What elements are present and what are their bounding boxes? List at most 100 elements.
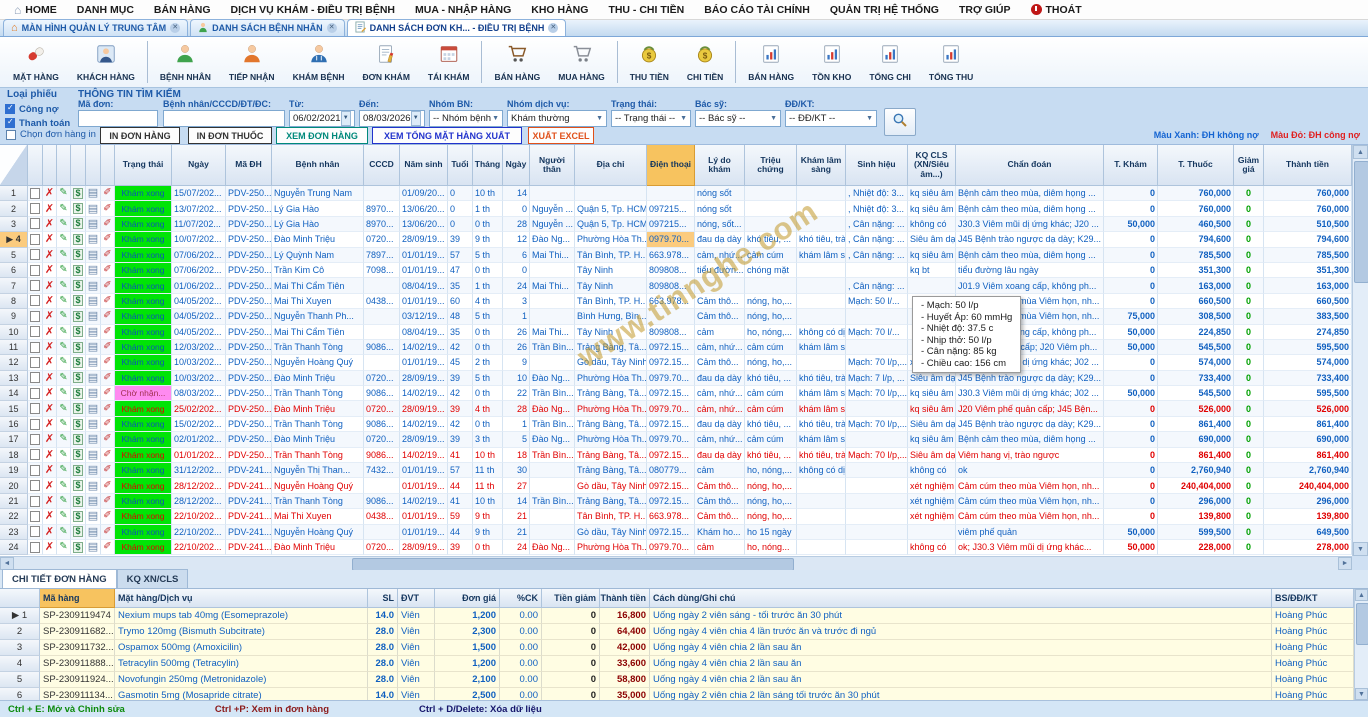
row-header[interactable]: 1 — [0, 186, 28, 201]
menu-item-dich-vu-kham-ieu-tri-benh[interactable]: DỊCH VỤ KHÁM - ĐIỀU TRỊ BỆNH — [221, 4, 406, 16]
detail-row-header[interactable]: 5 — [0, 672, 40, 688]
menu-item-quan-tri-he-thong[interactable]: QUẢN TRỊ HỆ THỐNG — [820, 4, 949, 16]
row-action-cell[interactable]: ▤ — [86, 478, 101, 493]
row-action-cell[interactable]: $ — [71, 201, 86, 216]
row-action-cell[interactable]: ✐ — [101, 325, 115, 340]
pen-icon[interactable]: ✐ — [103, 327, 111, 337]
row-action-cell[interactable] — [28, 386, 43, 401]
pen-icon[interactable]: ✐ — [103, 265, 111, 275]
row-header[interactable]: 23 — [0, 525, 28, 540]
copy-price-icon[interactable]: $ — [73, 480, 83, 491]
delete-icon[interactable]: ✗ — [45, 327, 54, 337]
detail-row[interactable]: 3SP-230911732...Ospamox 500mg (Amoxicili… — [0, 640, 1354, 656]
tab-danh-sach-on-kh-ieu-tri-benh[interactable]: DANH SÁCH ĐƠN KH... - ĐIỀU TRỊ BỆNH✕ — [347, 19, 567, 36]
print-icon[interactable]: ▤ — [88, 527, 98, 537]
delete-icon[interactable]: ✗ — [45, 373, 54, 383]
row-checkbox[interactable] — [30, 265, 40, 276]
pen-icon[interactable]: ✐ — [103, 342, 111, 352]
copy-price-icon[interactable]: $ — [73, 218, 83, 229]
row-action-cell[interactable]: ▤ — [86, 248, 101, 263]
detail-tab-chi-tiet-on-hang[interactable]: CHI TIẾT ĐƠN HÀNG — [2, 569, 117, 588]
button-in-on-thuoc[interactable]: IN ĐƠN THUỐC — [188, 127, 272, 144]
print-icon[interactable]: ▤ — [88, 281, 98, 291]
column-header-trieu-chung[interactable]: Triệu chứng — [745, 145, 797, 186]
row-action-cell[interactable] — [28, 294, 43, 309]
delete-icon[interactable]: ✗ — [45, 465, 54, 475]
copy-price-icon[interactable]: $ — [73, 496, 83, 507]
copy-price-icon[interactable]: $ — [73, 434, 83, 445]
column-header-kham-lam-sang[interactable]: Khám lâm sàng — [797, 145, 846, 186]
detail-header-on-gia[interactable]: Đơn giá — [435, 589, 500, 608]
row-action-cell[interactable]: ✎ — [57, 217, 71, 232]
row-action-cell[interactable]: ✐ — [101, 478, 115, 493]
copy-price-icon[interactable]: $ — [73, 326, 83, 337]
row-checkbox[interactable] — [30, 326, 40, 337]
pen-icon[interactable]: ✐ — [103, 388, 111, 398]
row-action-cell[interactable]: ✎ — [57, 494, 71, 509]
toolbar-mua-hang[interactable]: MUA HÀNG — [549, 41, 613, 84]
delete-icon[interactable]: ✗ — [45, 281, 54, 291]
column-header-t-kham[interactable]: T. Khám — [1104, 145, 1158, 186]
copy-price-icon[interactable]: $ — [73, 526, 83, 537]
row-action-cell[interactable]: ▤ — [86, 401, 101, 416]
button-xem-tong-mat-hang-xuat[interactable]: XEM TỔNG MẶT HÀNG XUẤT — [372, 127, 522, 144]
row-action-cell[interactable] — [28, 186, 43, 201]
table-row[interactable]: 18✗✎$▤✐Khám xong01/01/202...PDV-250...Tr… — [0, 448, 1352, 463]
row-action-cell[interactable]: ✎ — [57, 417, 71, 432]
row-action-cell[interactable]: $ — [71, 278, 86, 293]
menu-item-kho-hang[interactable]: KHO HÀNG — [521, 4, 598, 16]
row-action-cell[interactable]: $ — [71, 263, 86, 278]
date-input-en[interactable]: 08/03/2026▼ — [359, 110, 425, 127]
select-trang-thai[interactable]: -- Trạng thái --▼ — [611, 110, 691, 127]
text-input-benh-nhan-cccd-t-c[interactable] — [163, 110, 285, 127]
row-action-cell[interactable]: ✐ — [101, 263, 115, 278]
row-action-cell[interactable]: ✎ — [57, 448, 71, 463]
row-header[interactable]: 20 — [0, 478, 28, 493]
table-row[interactable]: 9✗✎$▤✐Khám xong04/05/202...PDV-250...Ngu… — [0, 309, 1352, 324]
row-action-cell[interactable]: ▤ — [86, 355, 101, 370]
row-header[interactable]: 22 — [0, 509, 28, 524]
column-header-sinh-hieu[interactable]: Sinh hiệu — [846, 145, 908, 186]
row-action-cell[interactable]: $ — [71, 463, 86, 478]
delete-icon[interactable]: ✗ — [45, 265, 54, 275]
row-action-cell[interactable]: $ — [71, 294, 86, 309]
row-action-cell[interactable]: $ — [71, 525, 86, 540]
table-row[interactable]: 24✗✎$▤✐Khám xong22/10/202...PDV-241...Đà… — [0, 540, 1352, 555]
row-action-cell[interactable]: ▤ — [86, 509, 101, 524]
toolbar-ton-kho[interactable]: TỒN KHO — [803, 41, 860, 84]
row-action-cell[interactable]: ✗ — [43, 340, 57, 355]
column-header-kq-cls-xn-sieu-am[interactable]: KQ CLS (XN/Siêu âm...) — [908, 145, 956, 186]
print-icon[interactable]: ▤ — [88, 204, 98, 214]
pen-icon[interactable]: ✐ — [103, 527, 111, 537]
copy-price-icon[interactable]: $ — [73, 357, 83, 368]
row-action-cell[interactable]: ✎ — [57, 248, 71, 263]
copy-price-icon[interactable]: $ — [73, 403, 83, 414]
row-header[interactable]: 13 — [0, 371, 28, 386]
table-row[interactable]: 19✗✎$▤✐Khám xong31/12/202...PDV-241...Ng… — [0, 463, 1352, 478]
row-action-cell[interactable] — [28, 325, 43, 340]
edit-icon[interactable]: ✎ — [59, 342, 67, 352]
row-action-cell[interactable]: ▤ — [86, 309, 101, 324]
table-row[interactable]: 12✗✎$▤✐Khám xong10/03/202...PDV-250...Ng… — [0, 355, 1352, 370]
v-scroll-thumb[interactable] — [1354, 161, 1368, 283]
edit-icon[interactable]: ✎ — [59, 281, 67, 291]
copy-price-icon[interactable]: $ — [73, 280, 83, 291]
row-action-cell[interactable]: $ — [71, 509, 86, 524]
select-nhom-dich-vu[interactable]: Khám thường▼ — [507, 110, 607, 127]
row-action-cell[interactable]: ✎ — [57, 540, 71, 555]
column-header-trang-thai[interactable]: Trạng thái — [115, 145, 172, 186]
row-action-cell[interactable]: ✐ — [101, 432, 115, 447]
row-checkbox[interactable] — [30, 465, 40, 476]
detail-row-header[interactable]: 3 — [0, 640, 40, 656]
edit-icon[interactable]: ✎ — [59, 404, 67, 414]
button-xem-on-hang[interactable]: XEM ĐƠN HÀNG — [276, 127, 368, 144]
table-row[interactable]: 23✗✎$▤✐Khám xong22/10/202...PDV-241...Ng… — [0, 525, 1352, 540]
row-action-cell[interactable] — [28, 248, 43, 263]
row-action-cell[interactable]: ✗ — [43, 217, 57, 232]
toolbar-kham-benh[interactable]: KHÁM BỆNH — [284, 41, 354, 84]
copy-price-icon[interactable]: $ — [73, 311, 83, 322]
edit-icon[interactable]: ✎ — [59, 419, 67, 429]
row-action-cell[interactable]: ✎ — [57, 201, 71, 216]
row-action-cell[interactable] — [28, 309, 43, 324]
row-checkbox[interactable] — [30, 434, 40, 445]
